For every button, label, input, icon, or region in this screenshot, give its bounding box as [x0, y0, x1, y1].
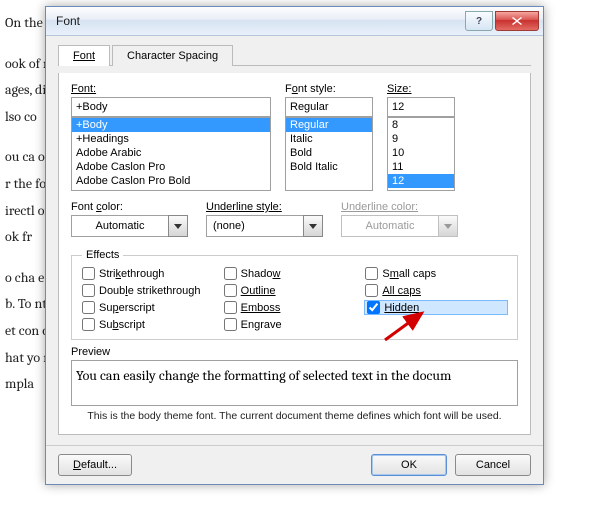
- list-item[interactable]: Bold: [286, 146, 372, 160]
- fontstyle-list[interactable]: Regular Italic Bold Bold Italic: [285, 117, 373, 191]
- superscript-checkbox[interactable]: Superscript: [82, 301, 224, 314]
- list-item[interactable]: Adobe Caslon Pro: [72, 160, 270, 174]
- ok-button[interactable]: OK: [371, 454, 447, 476]
- list-item[interactable]: Bold Italic: [286, 160, 372, 174]
- list-item[interactable]: 11: [388, 160, 454, 174]
- preview-note: This is the body theme font. The current…: [71, 410, 518, 422]
- underlinestyle-label: Underline style:: [206, 201, 323, 213]
- font-input[interactable]: [71, 97, 271, 117]
- effects-legend: Effects: [82, 249, 123, 261]
- outline-checkbox[interactable]: Outline: [224, 284, 366, 297]
- fontstyle-input[interactable]: [285, 97, 373, 117]
- hidden-checkbox[interactable]: Hidden: [365, 301, 507, 314]
- close-icon: [512, 17, 522, 25]
- effects-group: Effects Strikethrough Double strikethrou…: [71, 249, 518, 340]
- tab-character-spacing[interactable]: Character Spacing: [112, 45, 233, 66]
- subscript-checkbox[interactable]: Subscript: [82, 318, 224, 331]
- close-button[interactable]: [495, 11, 539, 31]
- tab-panel: Font: +Body +Headings Adobe Arabic Adobe…: [58, 73, 531, 435]
- list-item[interactable]: Italic: [286, 132, 372, 146]
- list-item[interactable]: +Headings: [72, 132, 270, 146]
- font-dialog: Font ? Font Character Spacing Font: +Bod…: [45, 6, 544, 485]
- list-item[interactable]: 9: [388, 132, 454, 146]
- smallcaps-checkbox[interactable]: Small caps: [365, 267, 507, 280]
- double-strikethrough-checkbox[interactable]: Double strikethrough: [82, 284, 224, 297]
- strikethrough-checkbox[interactable]: Strikethrough: [82, 267, 224, 280]
- fontcolor-dropdown[interactable]: Automatic: [71, 215, 188, 237]
- cancel-button[interactable]: Cancel: [455, 454, 531, 476]
- fontstyle-label: Font style:: [285, 83, 373, 95]
- font-label: Font:: [71, 83, 271, 95]
- titlebar[interactable]: Font ?: [46, 7, 543, 36]
- chevron-down-icon: [168, 215, 188, 237]
- list-item[interactable]: 8: [388, 118, 454, 132]
- list-item[interactable]: 10: [388, 146, 454, 160]
- fontcolor-label: Font color:: [71, 201, 188, 213]
- dialog-title: Font: [56, 14, 465, 28]
- help-button[interactable]: ?: [465, 11, 493, 31]
- dialog-footer: Default... OK Cancel: [46, 445, 543, 484]
- underlinecolor-dropdown: Automatic: [341, 215, 458, 237]
- tabs: Font Character Spacing: [58, 44, 531, 66]
- list-item[interactable]: Regular: [286, 118, 372, 132]
- engrave-checkbox[interactable]: Engrave: [224, 318, 366, 331]
- default-button[interactable]: Default...: [58, 454, 132, 476]
- preview-label: Preview: [71, 346, 518, 358]
- preview-box: You can easily change the formatting of …: [71, 360, 518, 406]
- list-item[interactable]: 12: [388, 174, 454, 188]
- shadow-checkbox[interactable]: Shadow: [224, 267, 366, 280]
- list-item[interactable]: Adobe Caslon Pro Bold: [72, 174, 270, 188]
- size-label: Size:: [387, 83, 455, 95]
- emboss-checkbox[interactable]: Emboss: [224, 301, 366, 314]
- size-list[interactable]: 8 9 10 11 12: [387, 117, 455, 191]
- allcaps-checkbox[interactable]: All caps: [365, 284, 507, 297]
- tab-font[interactable]: Font: [58, 45, 110, 66]
- list-item[interactable]: Adobe Arabic: [72, 146, 270, 160]
- list-item[interactable]: +Body: [72, 118, 270, 132]
- font-list[interactable]: +Body +Headings Adobe Arabic Adobe Caslo…: [71, 117, 271, 191]
- size-input[interactable]: [387, 97, 455, 117]
- underlinecolor-label: Underline color:: [341, 201, 458, 213]
- chevron-down-icon: [303, 215, 323, 237]
- underlinestyle-dropdown[interactable]: (none): [206, 215, 323, 237]
- chevron-down-icon: [438, 215, 458, 237]
